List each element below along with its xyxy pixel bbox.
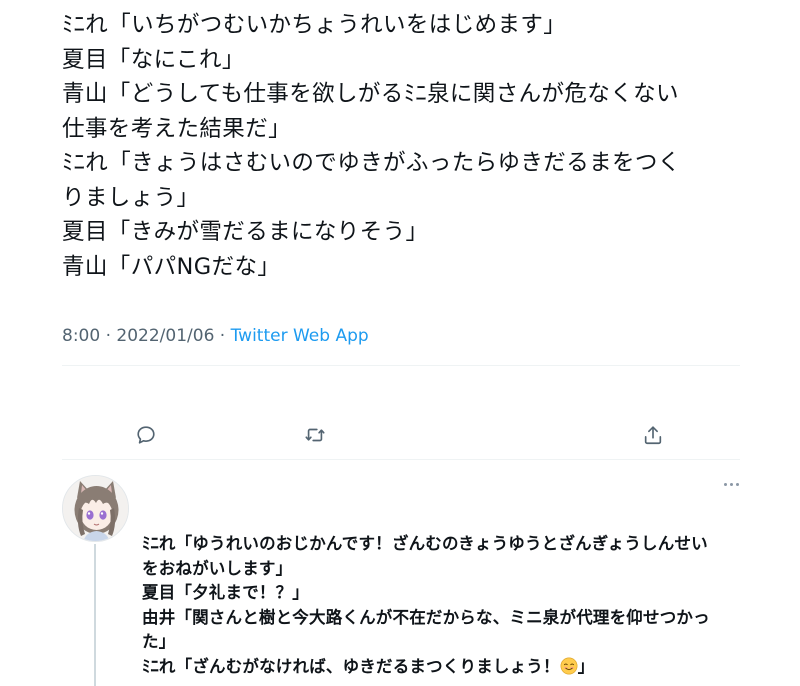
thread-connector-line: [94, 544, 96, 686]
reply-tweet-text: ﾐﾆれ「ゆうれいのおじかんです！ざんむのきょうゆうとざんぎょうしんせい をおねが…: [142, 532, 752, 680]
anime-character-avatar-image: [63, 476, 128, 541]
meta-separator: ·: [100, 326, 117, 346]
tweet-line: 仕事を考えた結果だ」: [62, 115, 292, 142]
reply-line: ﾐﾆれ「ざんむがなければ、ゆきだるまつくりましょう！ 」: [142, 655, 752, 680]
tweet-actions: [62, 418, 740, 452]
tweet-line: 青山「パパNGだな」: [62, 253, 281, 280]
tweet-line: ﾐﾆれ「きょうはさむいのでゆきがふったらゆきだるまをつく: [62, 150, 681, 176]
reply-line: をおねがいします」: [142, 558, 293, 578]
more-options-button[interactable]: [718, 474, 744, 494]
retweet-icon: [305, 428, 325, 442]
more-dot: [729, 482, 733, 486]
divider: [62, 459, 740, 460]
tweet-line: 夏目「なにこれ」: [62, 46, 245, 73]
tweet-line: ﾐﾆれ「いちがつむいかちょうれいをはじめます」: [62, 12, 567, 38]
tweet-line: りましょう」: [62, 184, 200, 211]
tweet-source-link[interactable]: Twitter Web App: [231, 326, 369, 346]
tweet-line: 青山「どうしても仕事を欲しがるﾐﾆ泉に関さんが危なくない: [62, 81, 679, 107]
more-dot: [735, 482, 739, 486]
reply-line-close: 」: [577, 656, 595, 676]
tweet-line: 夏目「きみが雪だるまになりそう」: [62, 219, 429, 245]
share-button[interactable]: [636, 418, 670, 452]
tweet-metadata: 8:00 · 2022/01/06 · Twitter Web App: [62, 326, 369, 346]
reply-line: 由井「関さんと樹と今大路くんが不在だからな、ミニ泉が代理を仰せつかっ: [142, 607, 710, 627]
smiling-face-emoji-icon: [560, 657, 578, 675]
reply-line-text: ﾐﾆれ「ざんむがなければ、ゆきだるまつくりましょう！: [142, 656, 560, 676]
reply-line: 夏目「夕礼まで！？」: [142, 583, 309, 603]
avatar[interactable]: [62, 475, 129, 542]
meta-separator: ·: [214, 326, 231, 346]
tweet-date[interactable]: 2022/01/06: [116, 326, 214, 346]
tweet-time[interactable]: 8:00: [62, 326, 100, 346]
reply-button[interactable]: [129, 418, 163, 452]
more-dot: [723, 482, 727, 486]
divider: [62, 365, 740, 366]
retweet-button[interactable]: [298, 418, 332, 452]
reply-icon: [137, 426, 155, 444]
tweet-text: ﾐﾆれ「いちがつむいかちょうれいをはじめます」 夏目「なにこれ」 青山「どうして…: [62, 8, 762, 284]
share-icon: [644, 426, 662, 445]
reply-line: ﾐﾆれ「ゆうれいのおじかんです！ざんむのきょうゆうとざんぎょうしんせい: [142, 534, 708, 553]
reply-line: た」: [142, 632, 176, 652]
